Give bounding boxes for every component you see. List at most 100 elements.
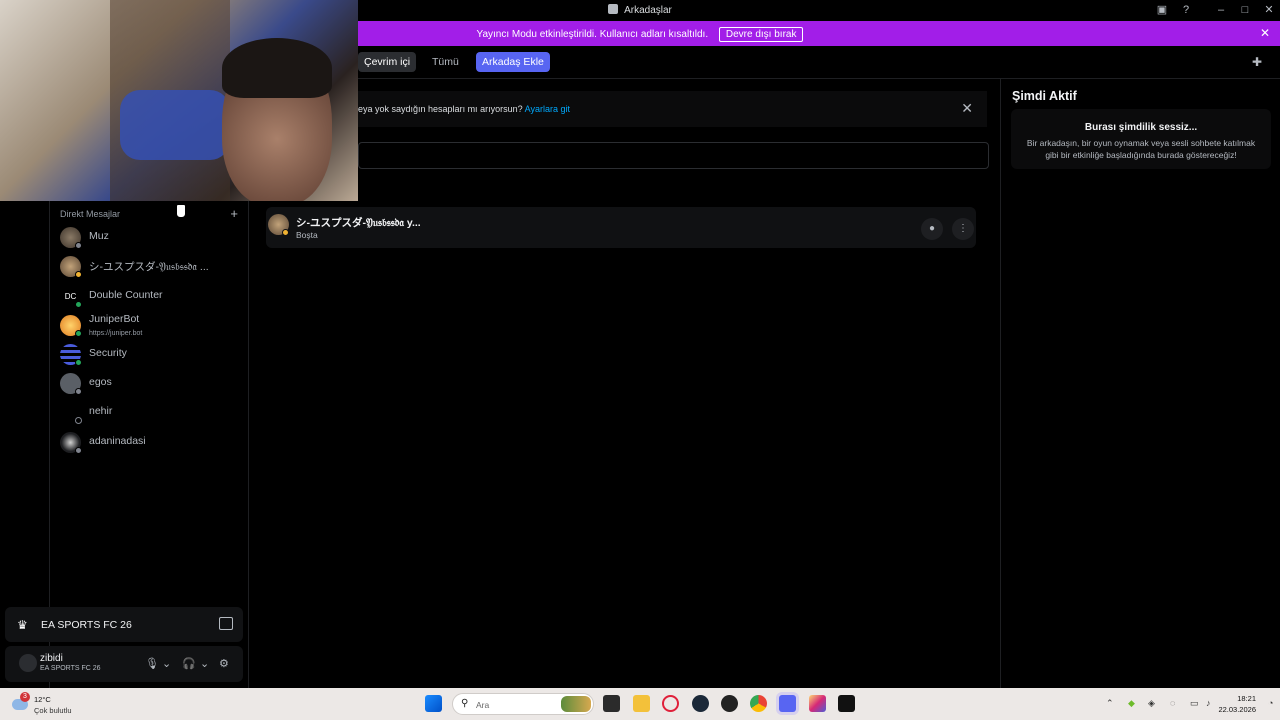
dm-item-nehir[interactable]: nehir	[60, 400, 240, 426]
active-now-panel: Şimdi Aktif Burası şimdilik sessiz... Bi…	[1000, 79, 1280, 688]
dm-header: Direkt Mesajlar	[60, 209, 121, 219]
friend-status: Boşta	[296, 230, 318, 240]
chrome-icon[interactable]	[750, 695, 767, 712]
user-activity: EA SPORTS FC 26	[40, 665, 101, 672]
help-icon[interactable]: ?	[1178, 3, 1194, 17]
dm-name: adaninadasi	[89, 435, 146, 447]
webcam-overlay	[0, 0, 358, 201]
dm-item-security[interactable]: Security	[60, 342, 240, 368]
settings-link[interactable]: Ayarlara git	[525, 104, 570, 114]
search-icon: ⚲	[461, 698, 469, 709]
dm-item-double-counter[interactable]: DC Double Counter	[60, 284, 240, 310]
inbox-icon[interactable]: ▣	[1154, 3, 1170, 17]
idle-status-icon	[75, 271, 82, 278]
dm-item-juniperbot[interactable]: JuniperBot https://juniper.bot	[60, 313, 240, 339]
task-view-icon[interactable]	[603, 695, 620, 712]
chevron-down-icon[interactable]: ⌄	[162, 657, 171, 670]
dm-name: Double Counter	[89, 289, 163, 301]
taskbar-search-input[interactable]: ⚲ Ara	[452, 693, 594, 715]
tab-all[interactable]: Tümü	[426, 52, 465, 72]
headphones-icon[interactable]: 🎧	[182, 657, 196, 670]
ea-icon[interactable]	[838, 695, 855, 712]
dm-item-yusbssda[interactable]: シ-ユスプスダ-𝔜𝔲𝔰𝔟𝔰𝔰𝔡𝔞 ...	[60, 254, 240, 280]
new-group-dm-icon[interactable]: ✚	[1252, 55, 1266, 69]
friend-row[interactable]: シ-ユスプスダ-𝔜𝔲𝔰𝔟𝔰𝔰𝔡𝔞 y... Boşta ● ⋮	[266, 207, 976, 248]
notice-text: eya yok saydığın hesapları mı arıyorsun?…	[358, 104, 570, 114]
notification-bell-icon[interactable]: ◔	[1268, 698, 1273, 708]
more-options-icon[interactable]: ⋮	[952, 218, 974, 240]
idle-status-icon	[282, 229, 289, 236]
notice-close-icon[interactable]: ✕	[961, 100, 973, 117]
ignored-accounts-notice: eya yok saydığın hesapları mı arıyorsun?…	[358, 91, 987, 127]
empty-title: Burası şimdilik sessiz...	[1084, 122, 1198, 133]
ea-sports-icon: ♛	[17, 618, 28, 632]
friends-header: Çevrim içi Tümü Arkadaş Ekle ✚	[358, 46, 1280, 79]
create-dm-icon[interactable]: +	[230, 206, 238, 221]
search-placeholder: Ara	[476, 700, 490, 710]
dm-item-egos[interactable]: egos	[60, 371, 240, 397]
hand-cursor-icon	[176, 204, 186, 218]
discord-icon[interactable]	[779, 695, 796, 712]
chevron-up-icon[interactable]: ⌃	[1106, 698, 1114, 709]
username: zibidi	[40, 653, 63, 664]
notice-message: eya yok saydığın hesapları mı arıyorsun?	[358, 104, 523, 114]
message-icon[interactable]: ●	[921, 218, 943, 240]
weather-condition: Çok bulutlu	[34, 706, 72, 715]
online-status-icon	[75, 359, 82, 366]
offline-status-icon	[75, 417, 82, 424]
search-highlight-image	[561, 696, 591, 712]
window-title-text: Arkadaşlar	[624, 5, 672, 16]
clock-time: 18:21	[1237, 694, 1256, 703]
camera-hair	[222, 38, 332, 98]
temperature: 12°C	[34, 695, 51, 704]
dm-item-muz[interactable]: Muz	[60, 225, 240, 251]
dm-subtitle: https://juniper.bot	[89, 330, 143, 337]
tray-app-icon[interactable]: ◈	[1148, 698, 1155, 709]
dm-name: シ-ユスプスダ-𝔜𝔲𝔰𝔟𝔰𝔰𝔡𝔞 ...	[89, 261, 209, 273]
nvidia-icon[interactable]: ◆	[1128, 698, 1135, 709]
offline-status-icon	[75, 388, 82, 395]
online-status-icon	[75, 330, 82, 337]
system-clock[interactable]: 18:21 22.03.2026	[1218, 693, 1256, 715]
chevron-down-icon[interactable]: ⌄	[200, 657, 209, 670]
xbox-icon[interactable]	[721, 695, 738, 712]
disable-streamer-mode-button[interactable]: Devre dışı bırak	[718, 27, 804, 42]
screen-share-icon[interactable]	[219, 617, 233, 630]
friend-name: シ-ユスプスダ-𝔜𝔲𝔰𝔟𝔰𝔰𝔡𝔞 y...	[296, 217, 421, 229]
dm-name: nehir	[89, 405, 113, 417]
microphone-icon[interactable]: 🎙	[145, 657, 159, 670]
file-explorer-icon[interactable]	[633, 695, 650, 712]
online-status-icon	[75, 301, 82, 308]
offline-status-icon	[75, 447, 82, 454]
active-now-empty-card: Burası şimdilik sessiz... Bir arkadaşın,…	[1011, 109, 1271, 169]
camera-clothes	[120, 90, 230, 160]
dm-name: egos	[89, 376, 112, 388]
tab-online[interactable]: Çevrim içi	[358, 52, 417, 72]
game-name: EA SPORTS FC 26	[41, 619, 132, 631]
active-now-title: Şimdi Aktif	[1012, 89, 1077, 103]
maximize-icon[interactable]: □	[1237, 3, 1253, 17]
friends-search-input[interactable]	[358, 142, 989, 169]
dm-name: JuniperBot	[89, 313, 140, 325]
settings-gear-icon[interactable]: ⚙	[219, 657, 229, 670]
steam-icon[interactable]	[692, 695, 709, 712]
notification-badge: 3	[20, 692, 30, 702]
windows-taskbar: 3 12°C Çok bulutlu ⚲ Ara ⌃ ◆ ◈ ◌ ▭ ♪ 18:…	[0, 688, 1280, 720]
minimize-icon[interactable]: –	[1213, 3, 1229, 17]
close-icon[interactable]: ✕	[1261, 3, 1277, 17]
now-playing-panel: ♛ EA SPORTS FC 26	[5, 607, 243, 642]
dm-item-adaninadasi[interactable]: adaninadasi	[60, 430, 240, 456]
opera-icon[interactable]	[662, 695, 679, 712]
instagram-icon[interactable]	[809, 695, 826, 712]
discord-icon	[608, 4, 619, 14]
volume-icon[interactable]: ♪	[1206, 698, 1211, 708]
banner-close-icon[interactable]: ✕	[1260, 26, 1270, 40]
tab-add-friend[interactable]: Arkadaş Ekle	[476, 52, 550, 72]
windows-start-icon[interactable]	[425, 695, 442, 712]
user-panel: zibidi EA SPORTS FC 26 🎙 ⌄ 🎧 ⌄ ⚙	[5, 646, 243, 682]
clock-date: 22.03.2026	[1218, 705, 1256, 714]
user-avatar[interactable]	[19, 654, 37, 672]
tray-app-icon[interactable]: ◌	[1170, 698, 1175, 708]
offline-status-icon	[75, 242, 82, 249]
battery-icon[interactable]: ▭	[1190, 698, 1199, 709]
